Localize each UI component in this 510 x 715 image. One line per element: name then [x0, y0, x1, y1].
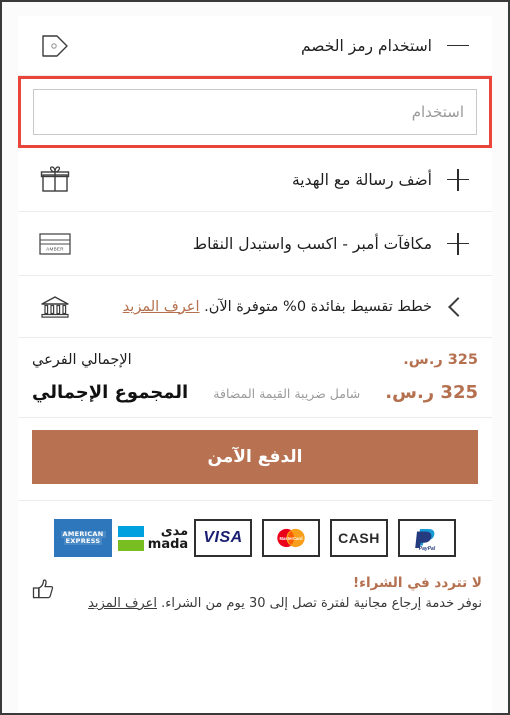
order-summary-panel: استخدام رمز الخصم أضف رسالة مع الهدية [18, 16, 492, 713]
installment-learn-more-link[interactable]: اعرف المزيد [123, 299, 200, 315]
returns-learn-more-link[interactable]: اعرف المزيد [88, 596, 157, 611]
returns-promise-block: لا تتردد في الشراء! نوفر خدمة إرجاع مجان… [18, 569, 492, 614]
installment-chevron[interactable] [436, 296, 480, 317]
mastercard-logo-icon: MasterCard [262, 519, 320, 557]
gift-icon [32, 165, 78, 195]
installment-text-wrap: خطط تقسيط بفائدة 0% متوفرة الآن. اعرف ال… [78, 299, 436, 315]
plus-icon [447, 168, 469, 191]
svg-text:MasterCard: MasterCard [279, 536, 302, 541]
svg-text:PayPal: PayPal [419, 546, 436, 552]
amber-rewards-label: مكافآت أمبر - اكسب واستبدل النقاط [192, 234, 432, 253]
gift-message-label: أضف رسالة مع الهدية [291, 170, 432, 189]
subtotal-line: 325 ر.س. الإجمالي الفرعي [32, 352, 478, 368]
paypal-logo-icon: PayPal [398, 519, 456, 557]
installment-plans-row[interactable]: خطط تقسيط بفائدة 0% متوفرة الآن. اعرف ال… [18, 276, 492, 338]
coupon-code-input[interactable] [33, 89, 477, 135]
returns-promise-text-wrap: لا تتردد في الشراء! نوفر خدمة إرجاع مجان… [64, 575, 482, 614]
visa-logo-icon: VISA [194, 519, 252, 557]
secure-checkout-button[interactable]: الدفع الآمن [32, 430, 478, 484]
returns-promise-text: نوفر خدمة إرجاع مجانية لفترة تصل إلى 30 … [161, 596, 482, 611]
amex-label-line2: EXPRESS [63, 537, 103, 545]
coupon-section-header[interactable]: استخدام رمز الخصم [18, 16, 492, 76]
grand-total-value: 325 ر.س. [385, 382, 478, 403]
vat-note: شامل ضريبة القيمة المضافة [213, 386, 361, 401]
amex-logo-icon: AMERICAN EXPRESS [54, 519, 112, 557]
checkout-button-area: الدفع الآمن [18, 418, 492, 501]
chevron-left-icon [448, 296, 468, 317]
mada-bar-green [117, 539, 144, 551]
mada-bars [117, 525, 144, 551]
amber-expand-toggle[interactable] [436, 232, 480, 255]
gift-expand-toggle[interactable] [436, 168, 480, 191]
minus-icon [447, 44, 469, 47]
coupon-section-title: استخدام رمز الخصم [300, 36, 432, 55]
amber-rewards-row[interactable]: مكافآت أمبر - اكسب واستبدل النقاط AMBER [18, 212, 492, 276]
checkout-summary-screen: استخدام رمز الخصم أضف رسالة مع الهدية [0, 0, 510, 715]
coupon-input-highlight [18, 76, 492, 148]
bank-icon [32, 294, 78, 320]
discount-tag-icon [32, 33, 78, 59]
grand-total-line: 325 ر.س. شامل ضريبة القيمة المضافة المجم… [32, 382, 478, 403]
coupon-collapse-toggle[interactable] [436, 44, 480, 47]
mada-label-en: mada [147, 537, 189, 552]
cash-logo-icon: CASH [330, 519, 388, 557]
returns-promise-heading: لا تتردد في الشراء! [352, 575, 482, 591]
mada-logo-icon: مدى mada [117, 519, 188, 557]
plus-icon [447, 232, 469, 255]
grand-total-label: المجموع الإجمالي [32, 382, 189, 403]
gift-message-row[interactable]: أضف رسالة مع الهدية [18, 148, 492, 212]
mada-bar-blue [117, 525, 144, 537]
subtotal-value: 325 ر.س. [403, 352, 478, 368]
amber-card-text: AMBER [46, 246, 64, 251]
payment-methods-row: PayPal CASH MasterCard VISA مدى mada AME… [18, 501, 492, 569]
amber-card-icon: AMBER [32, 231, 78, 257]
subtotal-label: الإجمالي الفرعي [32, 352, 132, 368]
installment-text: خطط تقسيط بفائدة 0% متوفرة الآن. [204, 298, 432, 315]
totals-section: 325 ر.س. الإجمالي الفرعي 325 ر.س. شامل ض… [18, 338, 492, 418]
mada-label-ar: مدى [160, 523, 189, 539]
returns-promise-body: نوفر خدمة إرجاع مجانية لفترة تصل إلى 30 … [64, 595, 482, 614]
cash-label: CASH [338, 530, 380, 546]
visa-label: VISA [203, 529, 243, 546]
thumbs-up-icon [28, 577, 56, 603]
